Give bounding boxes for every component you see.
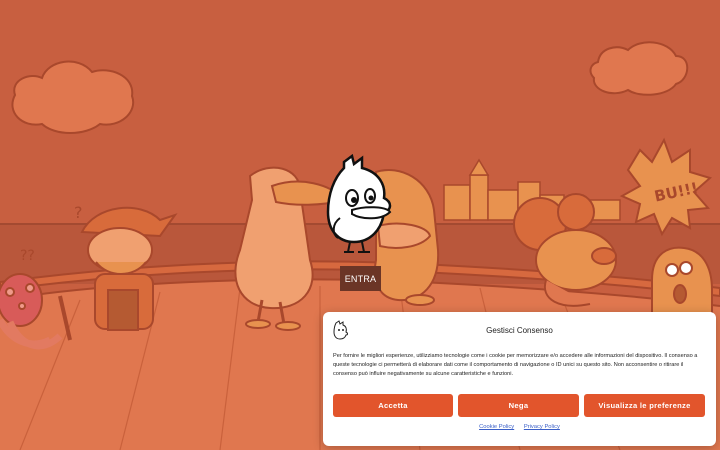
svg-text:?: ? bbox=[74, 203, 83, 222]
deny-button[interactable]: Nega bbox=[458, 394, 579, 417]
consent-text: Per fornire le migliori esperienze, util… bbox=[333, 353, 698, 378]
policy-links: Cookie Policy Privacy Policy bbox=[323, 424, 716, 430]
ghost-character bbox=[651, 246, 713, 321]
view-preferences-button[interactable]: Visualizza le preferenze bbox=[584, 394, 705, 417]
accept-button[interactable]: Accetta bbox=[333, 394, 453, 417]
cookie-policy-link[interactable]: Cookie Policy bbox=[479, 424, 514, 430]
enter-button[interactable]: ENTRA bbox=[340, 266, 381, 291]
mascot-bird-logo bbox=[326, 154, 392, 253]
cookie-consent-dialog: Gestisci Consenso Per fornire le miglior… bbox=[323, 312, 716, 446]
cloud-right bbox=[589, 41, 689, 96]
consent-title: Gestisci Consenso bbox=[486, 326, 553, 335]
privacy-policy-link[interactable]: Privacy Policy bbox=[524, 424, 560, 430]
svg-text:??: ?? bbox=[20, 248, 35, 264]
